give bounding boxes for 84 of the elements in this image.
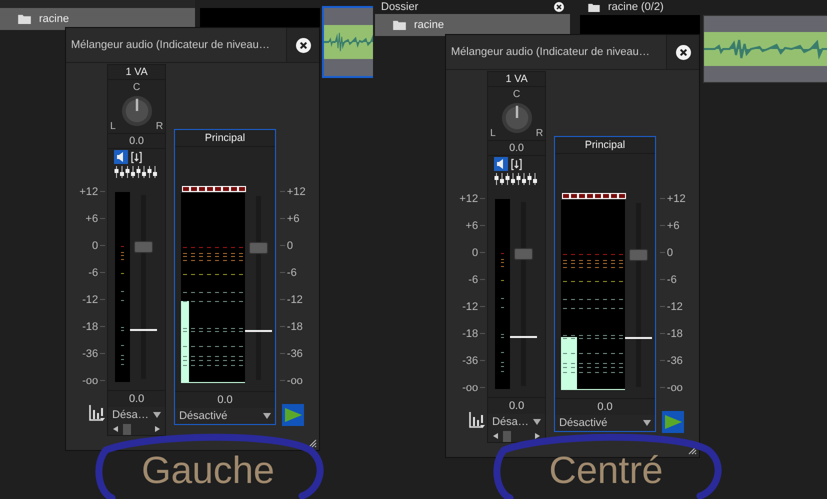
peak-indicator-drawing: [182, 186, 246, 192]
scale-label: -18: [286, 320, 303, 332]
close-icon[interactable]: [296, 38, 310, 52]
annotation-text: Gauche: [141, 450, 275, 494]
eq-sliders-icon[interactable]: [493, 173, 540, 185]
caret-icon: [262, 413, 271, 419]
scale-label: -oo: [82, 374, 98, 386]
bar-chart-icon[interactable]: [89, 404, 106, 422]
folder-icon: [393, 20, 406, 30]
speaker-icon[interactable]: [114, 150, 128, 164]
pan-value: 0.0: [488, 141, 546, 156]
scale-label: -36: [666, 354, 683, 366]
scale-label: 0: [472, 246, 478, 258]
scale-label: +6: [286, 212, 300, 224]
folder-item[interactable]: racine: [375, 14, 570, 36]
caret-icon: [533, 419, 542, 425]
window-title: Mélangeur audio (Indicateur de niveau…: [450, 45, 651, 60]
audio-clip[interactable]: [703, 15, 827, 83]
scale-label: -12: [666, 300, 683, 312]
scale-label: -oo: [286, 374, 303, 386]
record-input-icon[interactable]: [511, 158, 522, 170]
pan-knob[interactable]: [120, 95, 153, 127]
scale-label: -36: [462, 354, 478, 366]
scale-label: -18: [666, 328, 683, 340]
scale-label: +6: [666, 220, 680, 232]
record-input-icon[interactable]: [131, 150, 142, 164]
window-title: Mélangeur audio (Indicateur de niveau…: [70, 38, 271, 53]
play-icon[interactable]: [662, 411, 684, 433]
folder-icon: [588, 2, 600, 12]
scale-label: -18: [82, 320, 98, 332]
play-icon[interactable]: [282, 404, 304, 426]
scale-label: -oo: [462, 382, 478, 394]
channel-name: Principal: [555, 137, 655, 154]
channel-name: Principal: [175, 130, 275, 147]
volume-fader[interactable]: [130, 192, 158, 382]
scale-label: -6: [468, 274, 478, 286]
pan-value: 0.0: [108, 134, 166, 149]
scale-label: -12: [286, 294, 303, 306]
scale-label: +6: [466, 220, 478, 232]
annotation-text: Centré: [548, 450, 664, 494]
pan-label: R: [536, 128, 544, 139]
pan-label: C: [512, 89, 520, 100]
waveform-drawing: [324, 25, 373, 59]
audio-clip[interactable]: [322, 6, 373, 78]
scale-label: -36: [286, 348, 303, 360]
folder-icon: [18, 14, 31, 24]
scale-label: 0: [666, 246, 674, 258]
bar-chart-icon[interactable]: [469, 411, 486, 429]
scale-label: +6: [86, 212, 98, 224]
scale-label: 0: [286, 240, 294, 252]
close-icon[interactable]: [676, 44, 690, 60]
pan-label: L: [110, 121, 116, 132]
scale-label: +12: [79, 186, 98, 198]
folder-item[interactable]: racine: [0, 8, 195, 30]
panel-title: Dossier: [381, 0, 418, 14]
scale-label: -36: [82, 348, 98, 360]
volume-fader[interactable]: [245, 193, 272, 383]
pan-knob[interactable]: [500, 102, 533, 134]
eq-sliders-icon[interactable]: [113, 166, 160, 178]
peak-indicator-drawing: [562, 193, 626, 199]
resize-grip-icon[interactable]: [307, 438, 317, 448]
scale-label: +12: [666, 192, 686, 204]
caret-icon: [642, 420, 651, 426]
scale-label: -6: [286, 266, 297, 278]
scale-label: -oo: [666, 382, 683, 394]
volume-fader[interactable]: [625, 200, 652, 390]
scale-label: -6: [88, 266, 98, 278]
speaker-icon[interactable]: [494, 157, 508, 171]
pan-label: L: [490, 128, 496, 139]
pan-label: C: [132, 82, 140, 93]
close-icon[interactable]: [554, 2, 564, 12]
scale-label: -12: [82, 294, 98, 306]
scale-label: +12: [459, 192, 478, 204]
caret-icon: [153, 412, 162, 418]
volume-fader[interactable]: [510, 199, 538, 389]
scale-label: -18: [462, 328, 478, 340]
track-name: 1 VA: [108, 65, 166, 80]
track-name: 1 VA: [488, 72, 546, 87]
scale-label: +12: [286, 186, 306, 198]
scale-label: 0: [92, 240, 98, 252]
scale-label: -12: [462, 300, 478, 312]
pan-label: R: [156, 121, 164, 132]
bin-title: racine (0/2): [608, 1, 664, 13]
scale-label: -6: [666, 274, 677, 286]
